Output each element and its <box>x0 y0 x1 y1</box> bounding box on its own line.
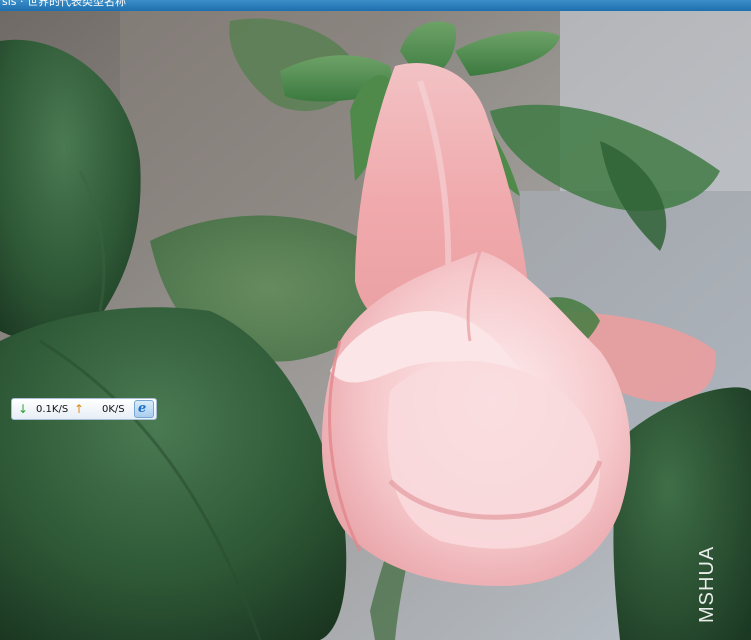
upload-arrow-icon: ↑ <box>74 402 85 416</box>
ie-icon: e <box>138 401 147 416</box>
photo-image <box>0 11 751 640</box>
network-speed-widget[interactable]: ↓ 0.1K/S ↑ 0K/S e <box>11 398 157 420</box>
image-viewer: sis · 世界的代表类型名称 ↓ 0.1K/S ↑ 0K/S e MSHUA <box>0 0 751 640</box>
upload-speed-label: 0K/S <box>102 404 125 415</box>
download-speed-label: 0.1K/S <box>36 404 69 415</box>
download-arrow-icon: ↓ <box>18 402 29 416</box>
window-title-bar[interactable]: sis · 世界的代表类型名称 <box>0 0 751 11</box>
browser-icon-button[interactable]: e <box>134 400 154 418</box>
window-title: sis · 世界的代表类型名称 <box>2 0 127 8</box>
photo-watermark: MSHUA <box>696 545 718 623</box>
